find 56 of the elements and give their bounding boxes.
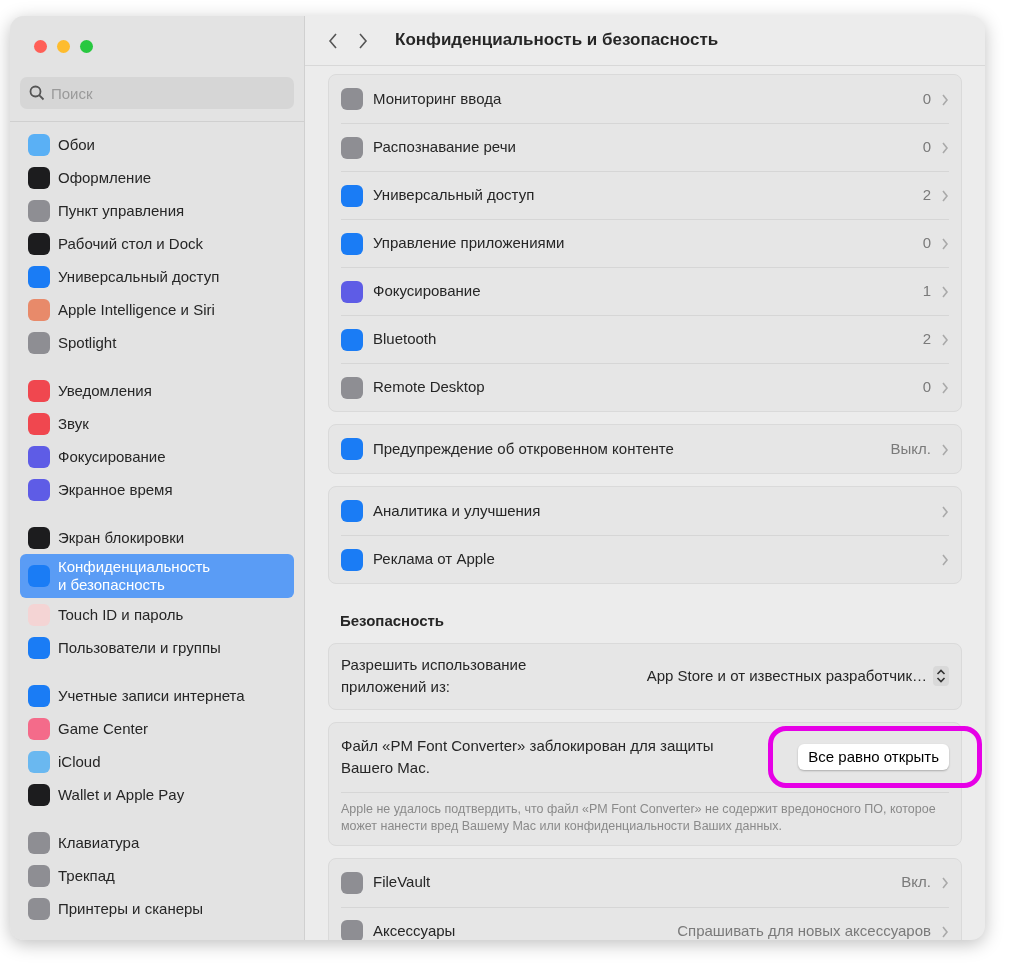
- row-label[interactable]: Управление приложениями: [373, 232, 913, 255]
- row-label[interactable]: Аналитика и улучшения: [373, 499, 931, 523]
- row-label[interactable]: Аксессуары: [373, 919, 668, 940]
- row-label[interactable]: Bluetooth: [373, 328, 913, 351]
- window-title: Конфиденциальность и безопасность: [395, 30, 719, 51]
- sidebar-item[interactable]: Пользователи и группы: [20, 631, 294, 664]
- search-field[interactable]: Поиск: [20, 77, 294, 109]
- row-value: Вкл.: [901, 872, 931, 893]
- sidebar-item[interactable]: Spotlight: [20, 326, 294, 359]
- open-anyway-button[interactable]: Все равно открыть: [798, 743, 949, 771]
- row-label[interactable]: Remote Desktop: [373, 376, 913, 399]
- row-label[interactable]: Предупреждение об откровенном контенте: [373, 437, 881, 461]
- security-note: Apple не удалось подтвердить, что файл «PM Font Converter» не содержит вредоносного ПО, которое может нанести вред Вашему Mac или конфиденциальности Ваших данных.: [341, 800, 937, 835]
- row-value: 2: [922, 329, 931, 350]
- row-value: Спрашивать для новых аксессуаров: [677, 920, 931, 940]
- sidebar-item[interactable]: Экран блокировки: [20, 521, 294, 554]
- row-value: Выкл.: [890, 438, 931, 459]
- sidebar-item[interactable]: Оформление: [20, 161, 294, 194]
- updown-icon: [933, 666, 949, 686]
- row-label[interactable]: Распознавание речи: [373, 136, 913, 159]
- sidebar-item[interactable]: Клавиатура: [20, 826, 294, 859]
- sidebar-item[interactable]: Трекпад: [20, 859, 294, 892]
- row-label[interactable]: Мониторинг ввода: [373, 87, 913, 111]
- section-heading: Безопасность: [340, 611, 446, 631]
- minimize-button[interactable]: [57, 40, 70, 53]
- row-value: 0: [922, 137, 931, 158]
- sidebar-item[interactable]: Учетные записи интернета: [20, 679, 294, 712]
- search-icon: [29, 85, 45, 101]
- setting-label: Разрешить использование приложений из:: [341, 654, 528, 697]
- row-value: 0: [922, 233, 931, 254]
- sidebar-item[interactable]: Game Center: [20, 712, 294, 745]
- sidebar-item[interactable]: Принтеры и сканеры: [20, 892, 294, 925]
- sidebar-item[interactable]: Apple Intelligence и Siri: [20, 293, 294, 326]
- sidebar-item[interactable]: iCloud: [20, 745, 294, 778]
- sidebar-item[interactable]: Touch ID и пароль: [20, 598, 294, 631]
- sidebar-item[interactable]: Рабочий стол и Dock: [20, 227, 294, 260]
- sidebar-item[interactable]: Экранное время: [20, 473, 294, 506]
- close-button[interactable]: [34, 40, 47, 53]
- sidebar-item[interactable]: Обои: [20, 128, 294, 161]
- row-value: 0: [922, 88, 931, 109]
- row-label[interactable]: Реклама от Apple: [373, 548, 931, 571]
- source-popup[interactable]: App Store и от известных разработчик…: [646, 664, 949, 688]
- row-value: 1: [922, 281, 931, 302]
- row-value: 2: [922, 185, 931, 206]
- sidebar-item[interactable]: Wallet и Apple Pay: [20, 778, 294, 811]
- row-label[interactable]: Фокусирование: [373, 280, 913, 303]
- row-value: 0: [922, 377, 931, 398]
- sidebar-item[interactable]: Фокусирование: [20, 440, 294, 473]
- sidebar-item[interactable]: Универсальный доступ: [20, 260, 294, 293]
- sidebar-item[interactable]: Уведомления: [20, 374, 294, 407]
- sidebar-item[interactable]: Пункт управления: [20, 194, 294, 227]
- sidebar-item[interactable]: Звук: [20, 407, 294, 440]
- blocked-message: Файл «PM Font Converter» заблокирован для защиты Вашего Mac.: [341, 735, 715, 778]
- zoom-button[interactable]: [80, 40, 93, 53]
- row-label[interactable]: FileVault: [373, 871, 892, 894]
- row-label[interactable]: Универсальный доступ: [373, 184, 913, 207]
